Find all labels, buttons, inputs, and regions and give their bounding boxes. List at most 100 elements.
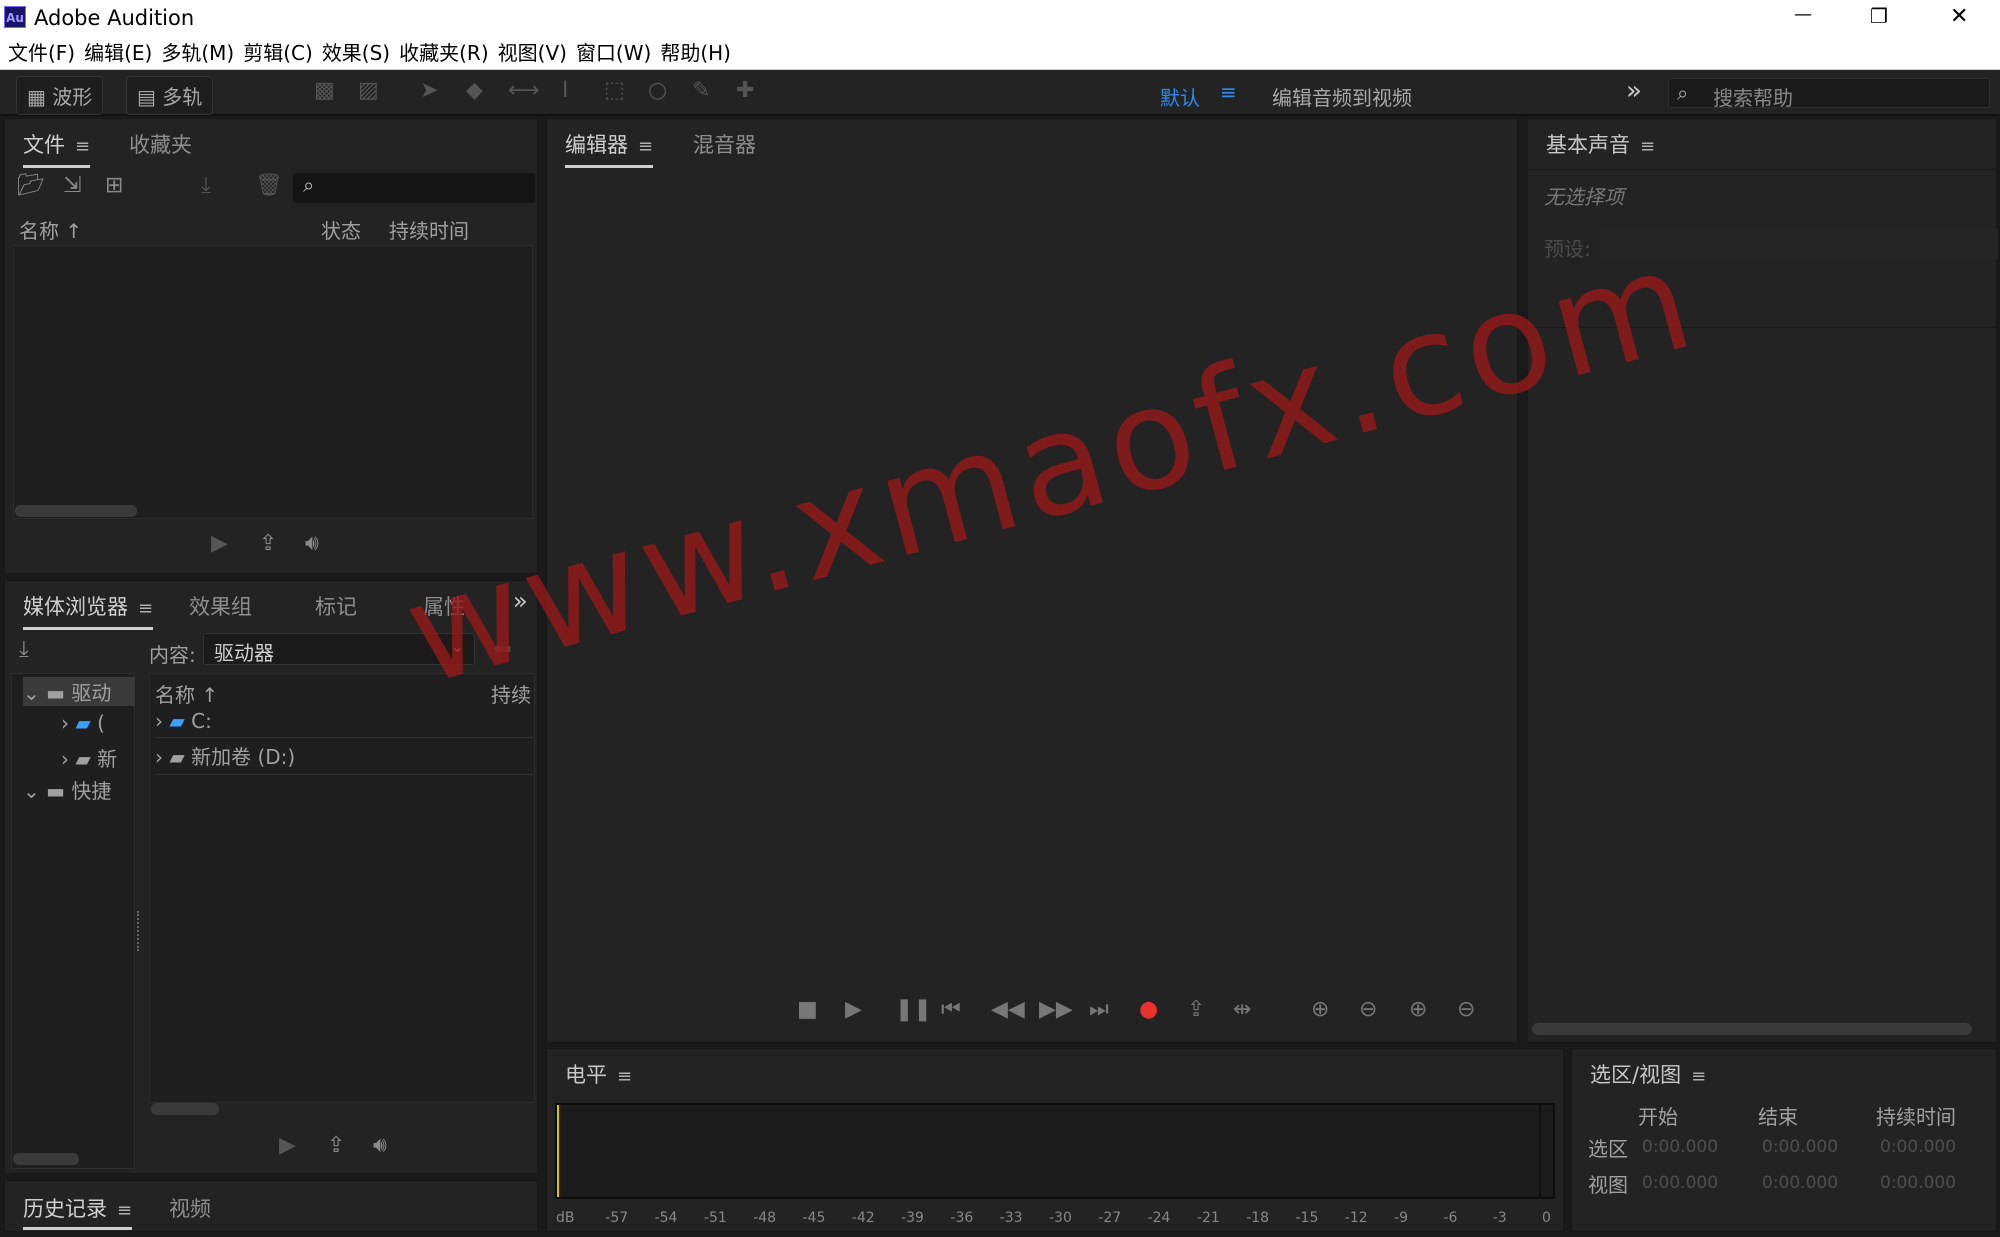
splitter-handle[interactable] (137, 911, 141, 951)
skip-selection-icon[interactable]: ⇹ (1233, 997, 1251, 1022)
spot-healing-icon[interactable]: ✚ (736, 78, 754, 103)
delete-icon[interactable]: 🗑︎ (255, 173, 283, 198)
menu-help[interactable]: 帮助(H) (660, 36, 731, 70)
tab-favorites[interactable]: 收藏夹 (129, 129, 192, 159)
panel-title: 电平 ≡ (565, 1063, 633, 1087)
spectral-frequency-icon[interactable]: ▩ (314, 78, 335, 103)
spectral-pitch-icon[interactable]: ▨ (358, 78, 379, 103)
no-selection-text: 无选择项 (1544, 185, 1624, 209)
lasso-icon[interactable]: ○ (648, 78, 667, 103)
list-item[interactable]: › ▰ C: (155, 709, 533, 738)
loop-icon[interactable]: ⇪ (327, 1133, 345, 1158)
column-name[interactable]: 名称 ↑ (19, 215, 82, 244)
play-icon[interactable]: ▶ (845, 997, 862, 1022)
view-start[interactable]: 0:00.000 (1642, 1173, 1718, 1193)
minimize-button[interactable]: — (1794, 4, 1812, 25)
marquee-icon[interactable]: ⬚ (604, 78, 625, 103)
files-panel: 文件 ≡ 收藏夹 📂︎ ⇲ ⊞ ⤓ 🗑︎ ⌕ 名称 ↑ 状态 持续时间 ▶ ⇪ 🔊… (4, 118, 538, 574)
menu-window[interactable]: 窗口(W) (576, 36, 651, 70)
selection-start[interactable]: 0:00.000 (1642, 1137, 1718, 1157)
restore-button[interactable]: ❐ (1870, 4, 1888, 28)
tab-history[interactable]: 历史记录 ≡ (23, 1193, 133, 1230)
menu-multitrack[interactable]: 多轨(M) (161, 36, 234, 70)
tree-item-drives[interactable]: ⌄ ▬ 驱动 (23, 677, 135, 706)
column-duration[interactable]: 持续时间 (389, 215, 469, 244)
tab-editor[interactable]: 编辑器 ≡ (565, 129, 654, 168)
list-item[interactable]: › ▰ 新加卷 (D:) (155, 741, 533, 775)
zoom-out-time-icon[interactable]: ⊖ (1457, 997, 1475, 1022)
play-icon[interactable]: ▶ (279, 1133, 296, 1158)
skip-to-end-icon[interactable]: ⏭︎ (1089, 997, 1109, 1022)
search-icon: ⌕ (303, 173, 315, 197)
selection-duration[interactable]: 0:00.000 (1880, 1137, 1956, 1157)
pause-icon[interactable]: ❚❚ (895, 997, 932, 1022)
record-icon[interactable]: ● (1139, 997, 1158, 1022)
tab-mixer[interactable]: 混音器 (693, 129, 756, 159)
history-panel: 历史记录 ≡ 视频 (4, 1180, 538, 1232)
tree-item-shortcuts[interactable]: ⌄ ▬ 快捷 (23, 775, 111, 804)
move-tool-icon[interactable]: ➤ (420, 78, 438, 103)
import-icon[interactable]: ⤓ (19, 637, 29, 662)
tree-item-c[interactable]: › ▰ ( (61, 711, 105, 735)
files-search-input[interactable]: ⌕ (293, 173, 535, 203)
horizontal-scrollbar[interactable] (13, 1153, 79, 1165)
multitrack-icon: ▤ (137, 85, 163, 109)
razor-tool-icon[interactable]: ◆ (466, 78, 483, 103)
menu-edit[interactable]: 编辑(E) (84, 36, 152, 70)
view-duration[interactable]: 0:00.000 (1880, 1173, 1956, 1193)
multitrack-view-button[interactable]: ▤ 多轨 (126, 76, 214, 115)
fast-forward-icon[interactable]: ▶▶ (1039, 997, 1073, 1022)
horizontal-scrollbar[interactable] (15, 505, 137, 517)
tab-effects-rack[interactable]: 效果组 (189, 591, 252, 621)
level-tick-label: -57 (605, 1210, 629, 1226)
menu-view[interactable]: 视图(V) (498, 36, 567, 70)
zoom-in-amplitude-icon[interactable]: ⊕ (1311, 997, 1329, 1022)
import-icon[interactable]: ⇲ (63, 173, 81, 198)
loop-icon[interactable]: ⇪ (1187, 997, 1205, 1022)
slip-tool-icon[interactable]: ⟷ (508, 78, 540, 103)
horizontal-scrollbar[interactable] (151, 1103, 219, 1115)
loop-icon[interactable]: ⇪ (259, 531, 277, 556)
open-folder-icon[interactable]: 📂︎ (17, 173, 45, 198)
tab-media-browser[interactable]: 媒体浏览器 ≡ (23, 591, 154, 630)
waveform-view-button[interactable]: ▦ 波形 (16, 76, 104, 115)
level-tick-label: -33 (999, 1210, 1023, 1226)
tab-video[interactable]: 视频 (169, 1193, 211, 1223)
brush-icon[interactable]: ✎ (692, 78, 710, 103)
tab-markers[interactable]: 标记 (315, 591, 357, 621)
help-search-input[interactable]: ⌕ 搜索帮助 (1668, 78, 1990, 110)
view-end[interactable]: 0:00.000 (1762, 1173, 1838, 1193)
menu-file[interactable]: 文件(F) (8, 36, 75, 70)
autoplay-icon[interactable]: 🔊︎ (373, 1133, 387, 1158)
zoom-in-time-icon[interactable]: ⊕ (1409, 997, 1427, 1022)
menu-clip[interactable]: 剪辑(C) (243, 36, 313, 70)
close-button[interactable]: ✕ (1950, 4, 1968, 29)
panel-menu-icon: ≡ (1691, 1066, 1707, 1087)
tab-files[interactable]: 文件 ≡ (23, 129, 91, 168)
column-status[interactable]: 状态 (321, 215, 361, 244)
column-name[interactable]: 名称 ↑ (155, 679, 218, 708)
panel-menu-icon: ≡ (75, 136, 91, 157)
rewind-icon[interactable]: ◀◀ (991, 997, 1025, 1022)
autoplay-icon[interactable]: 🔊︎ (305, 531, 319, 556)
insert-icon[interactable]: ⤓ (201, 173, 211, 198)
tree-item-d[interactable]: › ▰ 新 (61, 743, 117, 772)
time-selection-icon[interactable]: I (562, 78, 569, 103)
new-file-icon[interactable]: ⊞ (105, 173, 123, 198)
horizontal-scrollbar[interactable] (1532, 1023, 1972, 1035)
skip-to-start-icon[interactable]: ⏮︎ (941, 997, 961, 1022)
menu-effects[interactable]: 效果(S) (322, 36, 390, 70)
selection-end[interactable]: 0:00.000 (1762, 1137, 1838, 1157)
stop-icon[interactable]: ■ (797, 997, 818, 1022)
workspace-default[interactable]: 默认 (1160, 82, 1200, 111)
level-tick-label: -54 (654, 1210, 678, 1226)
workspace-edit-video[interactable]: 编辑音频到视频 (1272, 82, 1412, 111)
panel-menu-icon: ≡ (138, 598, 154, 619)
play-icon[interactable]: ▶ (211, 531, 228, 556)
more-workspaces-icon[interactable]: » (1626, 76, 1642, 106)
zoom-out-amplitude-icon[interactable]: ⊖ (1359, 997, 1377, 1022)
row-label-view: 视图 (1588, 1173, 1628, 1197)
workspace-menu-icon[interactable]: ≡ (1220, 80, 1237, 104)
menu-favorites[interactable]: 收藏夹(R) (399, 36, 489, 70)
title-bar: Au Adobe Audition — ❐ ✕ (0, 0, 2000, 36)
